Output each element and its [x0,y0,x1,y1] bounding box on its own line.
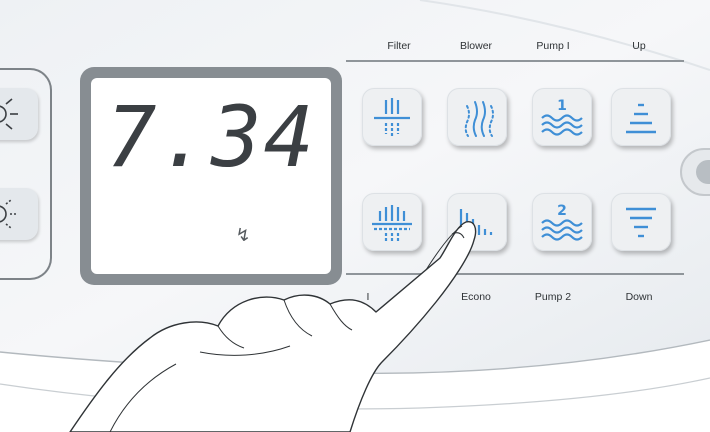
display-reading: 7.34 [105,88,317,186]
up-icon [626,103,656,134]
blower-icon [464,101,494,137]
down-button[interactable] [611,193,671,251]
up-button[interactable] [611,88,671,146]
light-dim-button[interactable] [0,188,38,240]
light-button[interactable] [362,193,422,251]
label-pump-2: Pump 2 [534,291,572,303]
filter-icon [374,98,410,136]
spa-control-panel: 7.34 ↯ Filter Blower Pump I Up I Econo P… [0,0,710,432]
label-filter: Filter [387,40,411,52]
pump-2-button[interactable]: 2 [532,193,592,251]
top-divider [346,60,684,62]
pump-2-number: 2 [557,203,567,219]
heater-indicator-icon: ↯ [235,225,251,246]
label-up: Up [632,40,646,52]
label-pump-1: Pump I [536,40,570,52]
pump-1-icon: 1 [541,98,583,136]
econo-button[interactable] [447,193,507,251]
pump-2-icon: 2 [541,203,583,241]
right-knob-inner [696,160,710,184]
pump-1-button[interactable]: 1 [532,88,592,146]
bottom-divider [346,273,684,275]
light-bright-button[interactable] [0,88,38,140]
filter-button[interactable] [362,88,422,146]
lcd-display-frame: 7.34 ↯ [80,67,342,285]
blower-button[interactable] [447,88,507,146]
down-icon [626,207,656,238]
lcd-display: 7.34 ↯ [91,78,331,274]
label-down: Down [625,291,653,303]
label-econo: Econo [461,291,491,303]
filter-heavy-icon [372,205,412,241]
pump-1-number: 1 [557,98,567,114]
label-light: I [366,291,370,303]
dim-light-icon [0,199,16,229]
econo-icon [459,209,493,235]
sun-icon [0,98,18,130]
label-blower: Blower [459,40,493,52]
